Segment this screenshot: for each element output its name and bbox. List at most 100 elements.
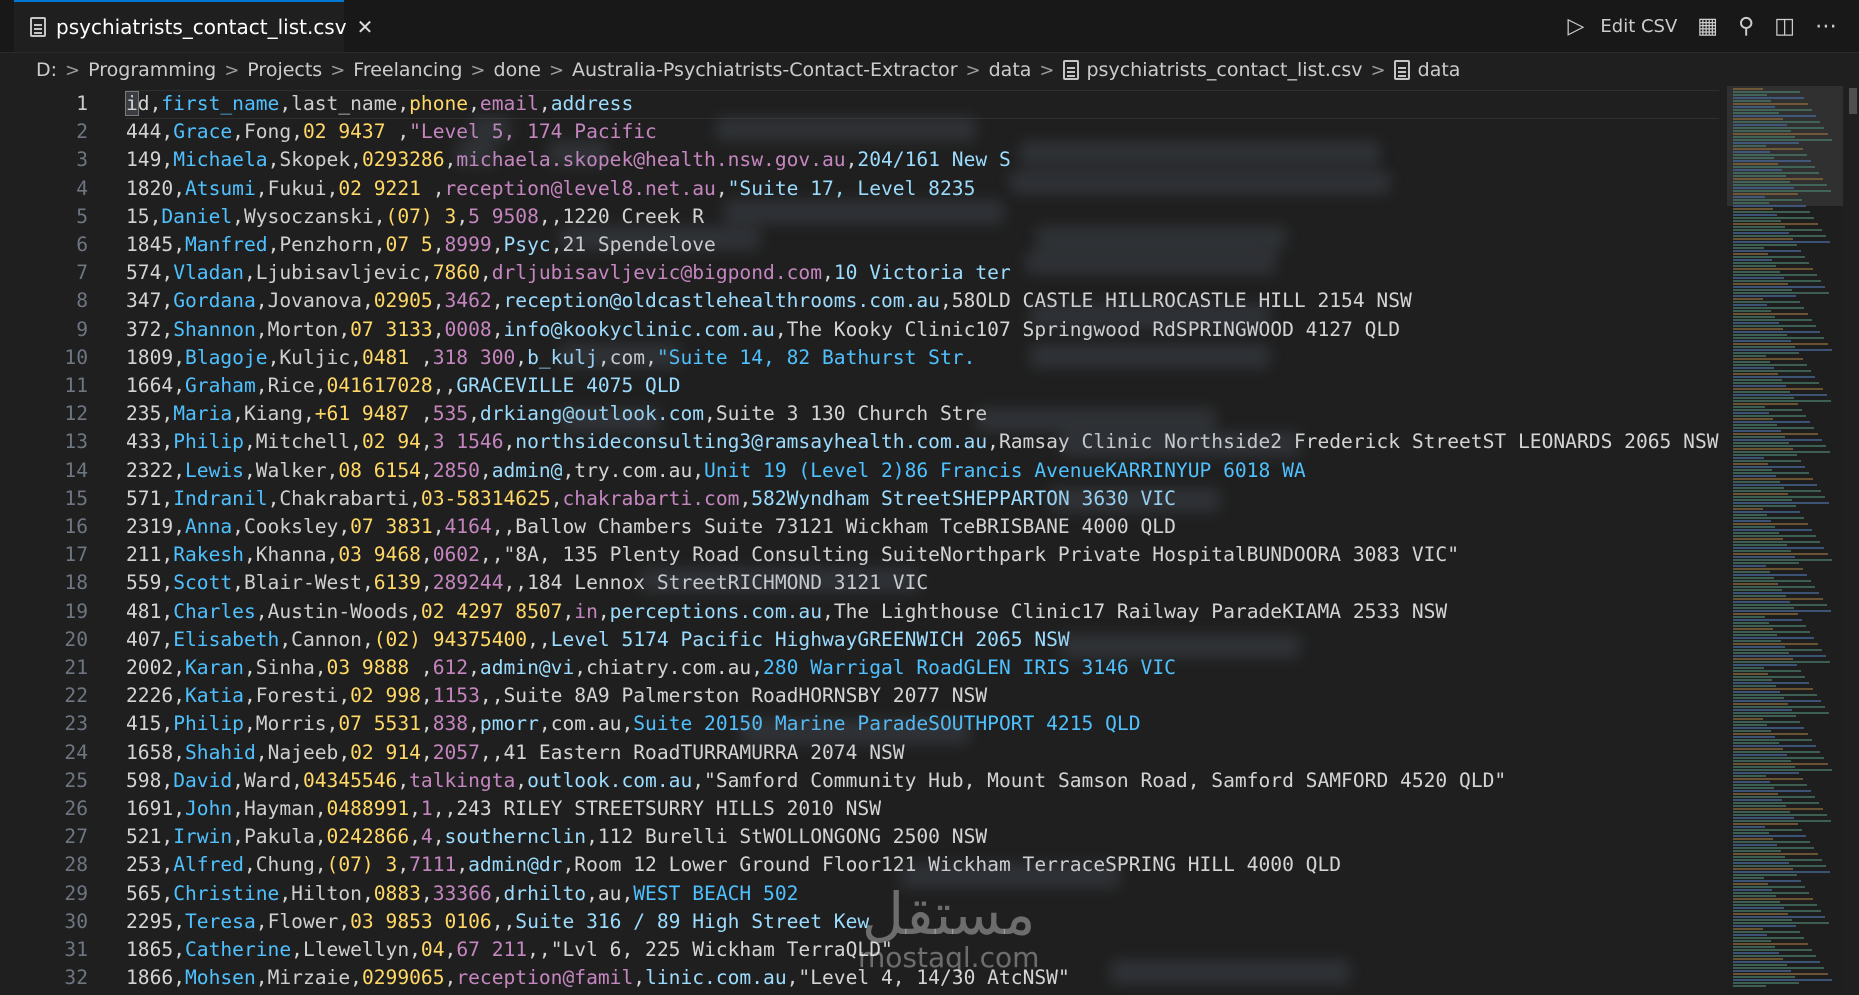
minimap-line: [1733, 817, 1794, 819]
code-line[interactable]: 27 521,Irwin,Pakula,0242866,4,southerncli…: [0, 823, 1725, 852]
csv-field: 8999: [444, 233, 492, 256]
minimap-line: [1733, 175, 1786, 177]
code-line[interactable]: 21 2002,Karan,Sinha,03 9888 ,612,admin@vi…: [0, 654, 1725, 683]
breadcrumb-projects[interactable]: Projects: [247, 59, 322, 81]
code-line[interactable]: 19 481,Charles,Austin-Woods,02 4297 8507,…: [0, 598, 1725, 627]
code-line[interactable]: 9 372,Shannon,Morton,07 3133,0008,info@ko…: [0, 316, 1725, 345]
csv-delimiter: ,: [361, 627, 374, 651]
minimap-line: [1733, 703, 1788, 705]
code-line[interactable]: 22 2226,Katia,Foresti,02 998,1153,,Suite …: [0, 682, 1725, 711]
csv-field: id: [125, 91, 150, 116]
minimap-line: [1733, 673, 1768, 675]
csv-delimiter: ,: [161, 881, 174, 905]
csv-field: 535: [432, 402, 469, 426]
csv-delimiter: ,: [232, 402, 244, 426]
breadcrumb-data-folder[interactable]: data: [989, 59, 1032, 81]
split-editor-icon[interactable]: ◫: [1774, 14, 1795, 39]
minimap-line: [1733, 277, 1784, 279]
breadcrumb-project[interactable]: Australia-Psychiatrists-Contact-Extracto…: [572, 59, 957, 81]
redaction-blur: [640, 568, 920, 592]
vertical-scrollbar[interactable]: [1847, 86, 1859, 995]
code-line[interactable]: 13 433,Philip,Mitchell,02 94,3 1546,north…: [0, 428, 1725, 457]
code-line[interactable]: 6 1845,Manfred,Penzhorn,07 5,8999,Psyc,21…: [0, 231, 1725, 260]
breadcrumb-done[interactable]: done: [494, 59, 541, 81]
minimap-line: [1733, 979, 1832, 981]
close-icon[interactable]: ✕: [357, 15, 374, 39]
csv-delimiter: ,: [267, 486, 280, 510]
table-icon[interactable]: ▦: [1697, 14, 1718, 39]
code-line[interactable]: 8 347,Gordana,Jovanova,02905,3462,recepti…: [0, 287, 1725, 316]
csv-delimiter: ,: [409, 599, 421, 623]
edit-csv-button[interactable]: Edit CSV: [1600, 16, 1677, 37]
code-line[interactable]: 11 1664,Graham,Rice,041617028,,GRACEVILLE…: [0, 372, 1725, 401]
minimap-line: [1733, 379, 1782, 381]
minimap-line: [1733, 223, 1818, 225]
minimap[interactable]: [1727, 86, 1843, 995]
csv-field: drhilto: [503, 881, 587, 905]
minimap-line: [1733, 388, 1823, 390]
code-line[interactable]: 20 407,Elisabeth,Cannon,(02) 94375400,,Le…: [0, 626, 1725, 655]
code-line[interactable]: 14 2322,Lewis,Walker,08 6154,2850,admin@,…: [0, 457, 1725, 486]
code-line[interactable]: 1 id,first_name,last_name,phone,email,add…: [0, 90, 1725, 119]
code-line[interactable]: 7 574,Vladan,Ljubisavljevic,7860,drljubis…: [0, 259, 1725, 288]
csv-field: admin@dr: [468, 853, 563, 877]
csv-delimiter: ,: [173, 515, 185, 538]
code-line[interactable]: 4 1820,Atsumi,Fukui,02 9221 ,reception@le…: [0, 175, 1725, 204]
breadcrumb-symbol[interactable]: data: [1418, 59, 1461, 81]
minimap-line: [1733, 361, 1770, 363]
csv-field: 07 3831: [350, 515, 433, 538]
csv-field: John: [184, 797, 233, 820]
code-content: 1691,John,Hayman,0488991,1,,243 RILEY ST…: [126, 795, 881, 824]
code-line[interactable]: 16 2319,Anna,Cooksley,07 3831,4164,,Ballo…: [0, 513, 1725, 542]
csv-field: Kuljic: [279, 345, 351, 369]
csv-field: 0299065: [361, 966, 445, 990]
tab-psychiatrists-csv[interactable]: psychiatrists_contact_list.csv ✕: [14, 0, 373, 52]
minimap-line: [1733, 577, 1774, 579]
minimap-line: [1733, 841, 1810, 843]
csv-delimiter: ,: [291, 938, 303, 961]
minimap-line: [1733, 325, 1816, 327]
minimap-line: [1733, 904, 1817, 906]
code-editor[interactable]: 1 id,first_name,last_name,phone,email,add…: [0, 88, 1725, 995]
code-line[interactable]: 10 1809,Blagoje,Kuljic,0481 ,318 300,b_ku…: [0, 344, 1725, 373]
csv-field: Karan: [184, 656, 244, 679]
minimap-line: [1733, 790, 1811, 792]
code-line[interactable]: 12 235,Maria,Kiang,+61 9487 ,535,drkiang@…: [0, 400, 1725, 429]
preview-icon[interactable]: ⚲: [1738, 14, 1754, 39]
csv-delimiter: ,: [397, 768, 410, 792]
csv-delimiter: ,: [432, 825, 445, 849]
minimap-line: [1733, 820, 1831, 822]
minimap-line: [1733, 898, 1813, 900]
breadcrumb-drive[interactable]: D:: [36, 59, 57, 81]
breadcrumb-programming[interactable]: Programming: [88, 59, 216, 81]
code-line[interactable]: 25 598,David,Ward,04345546,talkingta,outl…: [0, 767, 1725, 796]
code-line[interactable]: 3 149,Michaela,Skopek,0293286,michaela.sk…: [0, 146, 1725, 175]
minimap-line: [1733, 511, 1800, 513]
breadcrumb-freelancing[interactable]: Freelancing: [353, 59, 462, 81]
code-line[interactable]: 17 211,Rakesh,Khanna,03 9468,0602,,"8A, 1…: [0, 541, 1725, 570]
line-number: 26: [64, 797, 88, 820]
run-icon[interactable]: ▷: [1567, 14, 1584, 39]
breadcrumb-file[interactable]: psychiatrists_contact_list.csv: [1087, 59, 1363, 81]
minimap-line: [1733, 469, 1772, 471]
minimap-line: [1733, 742, 1779, 744]
minimap-line: [1733, 424, 1777, 426]
minimap-line: [1733, 682, 1809, 684]
code-line[interactable]: 15 571,Indranil,Chakrabarti,03-58314625,c…: [0, 485, 1725, 514]
minimap-line: [1733, 442, 1789, 444]
csv-field: WEST BEACH 502: [633, 881, 799, 905]
code-content: 598,David,Ward,04345546,talkingta,outloo…: [126, 767, 1506, 796]
csv-delimiter: ,: [243, 430, 256, 454]
more-actions-icon[interactable]: ⋯: [1815, 14, 1837, 39]
minimap-line: [1733, 970, 1791, 972]
code-line[interactable]: 26 1691,John,Hayman,0488991,1,,243 RILEY …: [0, 795, 1725, 824]
minimap-line: [1733, 358, 1803, 360]
code-line[interactable]: 28 253,Alfred,Chung,(07) 3,7111,admin@dr,…: [0, 851, 1725, 880]
csv-delimiter: ,: [279, 627, 292, 651]
scrollbar-thumb[interactable]: [1849, 88, 1857, 114]
minimap-line: [1733, 193, 1798, 195]
minimap-line: [1733, 580, 1811, 582]
minimap-line: [1733, 253, 1768, 255]
line-number: 17: [64, 543, 88, 567]
csv-field: 521: [126, 825, 162, 849]
